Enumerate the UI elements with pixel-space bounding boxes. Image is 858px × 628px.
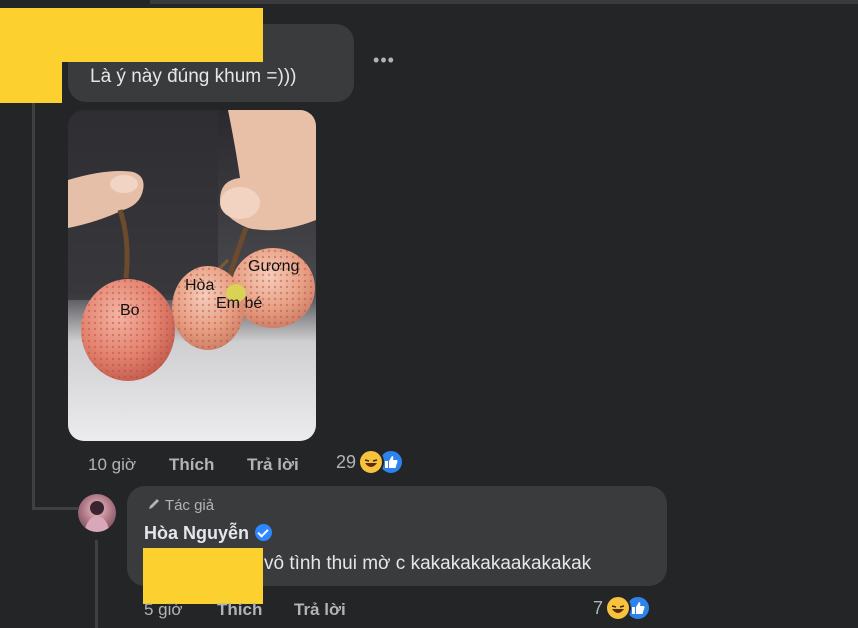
redacted-mention bbox=[143, 548, 263, 604]
reply-text: vô tình thui mờ c kakakakakaakakakak bbox=[264, 553, 592, 574]
comment-photo[interactable]: Bo Hòa Gương Em bé bbox=[68, 110, 316, 441]
verified-badge-icon bbox=[255, 524, 273, 541]
reply-reaction-count: 7 bbox=[593, 597, 604, 618]
comment-reply-button[interactable]: Trả lời bbox=[247, 455, 299, 475]
author-name-text: Hòa Nguyễn bbox=[144, 523, 250, 543]
reaction-count: 29 bbox=[336, 451, 357, 472]
photo-label-bo: Bo bbox=[120, 302, 140, 319]
photo-label-guong: Gương bbox=[248, 258, 299, 275]
redacted-name bbox=[62, 8, 263, 62]
comment-like-button[interactable]: Thích bbox=[169, 455, 214, 475]
haha-emoji-icon bbox=[358, 449, 385, 475]
avatar[interactable] bbox=[78, 494, 116, 532]
reply-reply-button[interactable]: Trả lời bbox=[294, 600, 346, 620]
thread-line-reply bbox=[95, 540, 98, 628]
author-tag-label: Tác giả bbox=[164, 497, 215, 514]
reply-time[interactable]: 5 giờ bbox=[144, 600, 183, 620]
reply-like-button[interactable]: Thích bbox=[217, 600, 262, 620]
photo-label-hoa: Hòa bbox=[185, 277, 214, 294]
more-dots-icon[interactable]: ••• bbox=[372, 50, 396, 74]
photo-label-em-be: Em bé bbox=[216, 295, 262, 312]
comment-text: Là ý này đúng khum =))) bbox=[90, 66, 297, 87]
comment-reactions[interactable]: 29 bbox=[336, 449, 405, 475]
reply-author-name[interactable]: Hòa Nguyễn bbox=[144, 523, 273, 544]
thread-line-main bbox=[32, 100, 35, 510]
thread-line-branch bbox=[32, 507, 78, 510]
redacted-name bbox=[0, 8, 62, 103]
reply-reactions[interactable]: 7 bbox=[593, 595, 652, 621]
author-tag: Tác giả bbox=[147, 497, 214, 514]
haha-emoji-icon bbox=[605, 595, 632, 621]
lychee-photo: Bo Hòa Gương Em bé bbox=[68, 110, 316, 441]
top-divider bbox=[150, 0, 858, 4]
pencil-icon bbox=[147, 497, 165, 514]
comment-time[interactable]: 10 giờ bbox=[88, 455, 136, 475]
